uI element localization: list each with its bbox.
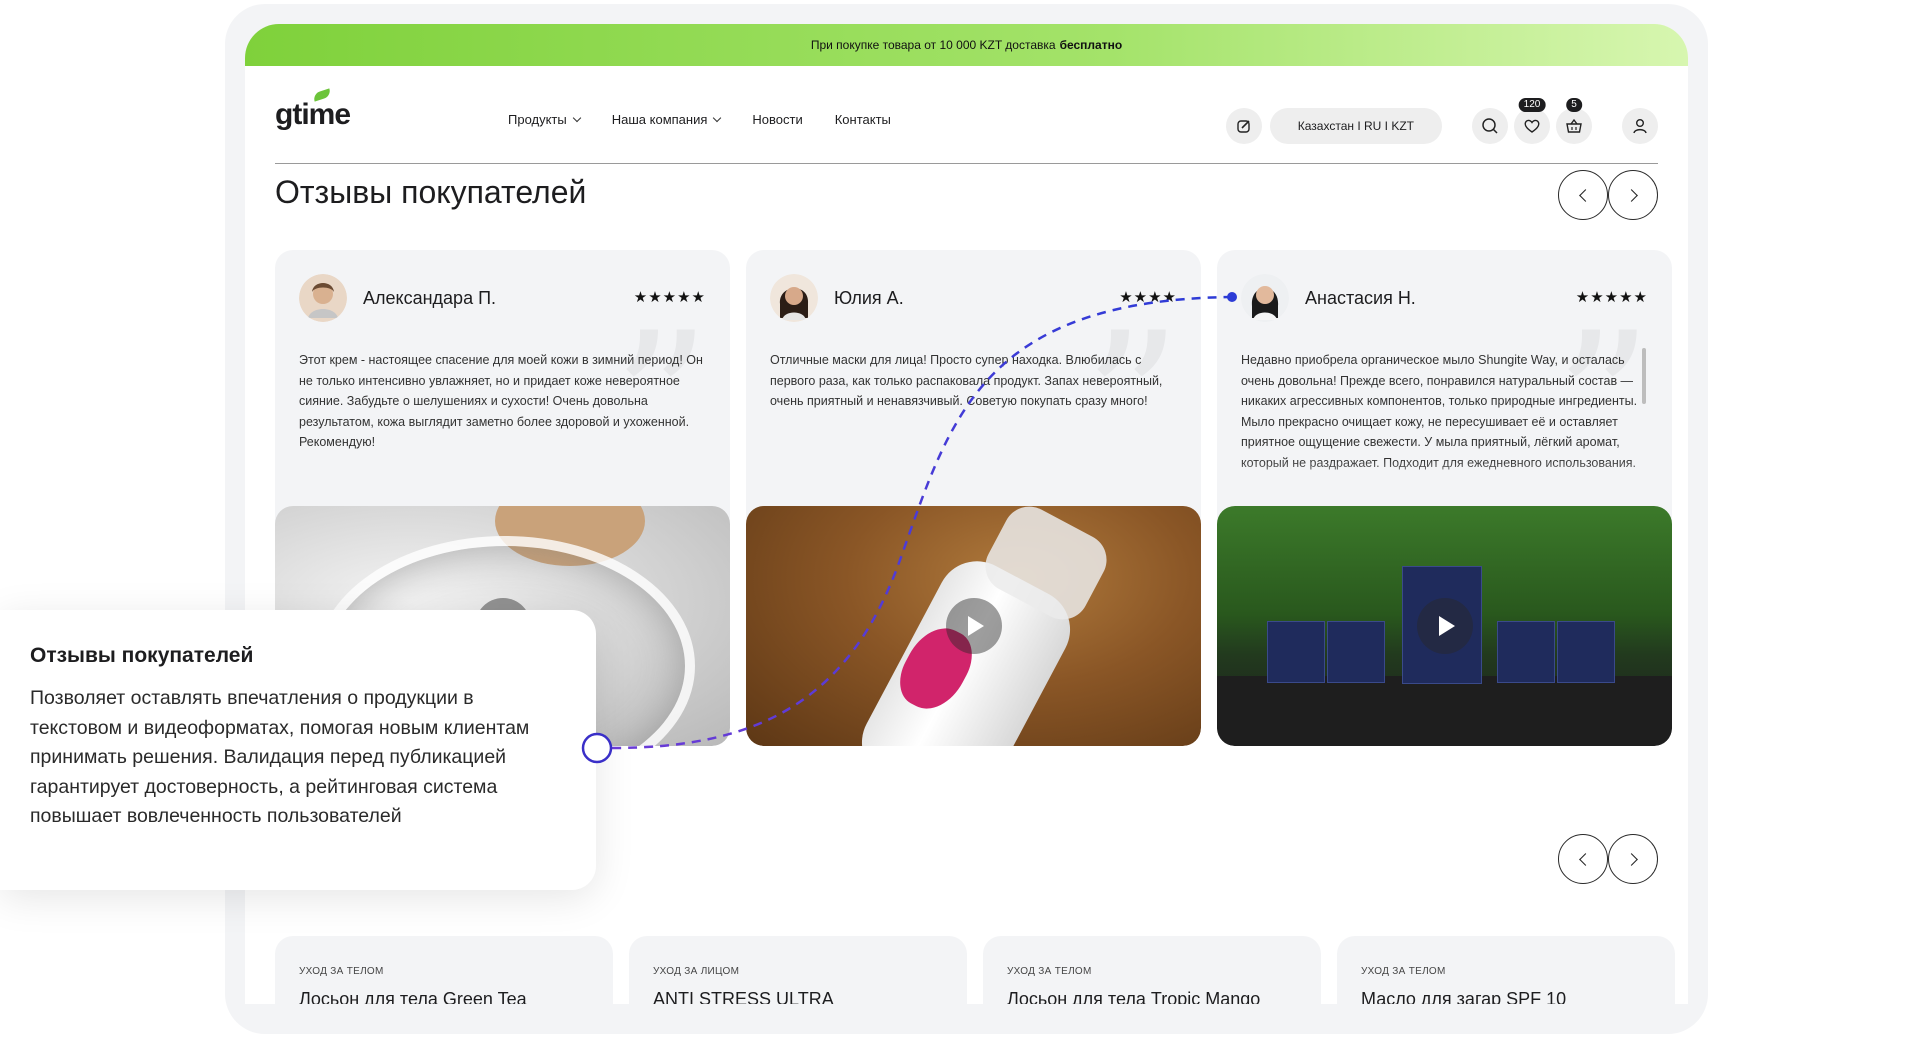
table-surface (1217, 676, 1672, 746)
basket-icon (1566, 118, 1582, 133)
search-button[interactable] (1472, 108, 1508, 144)
reviewer-name: Анастасия Н. (1305, 288, 1416, 308)
promo-bold: бесплатно (1059, 38, 1123, 52)
chevron-left-icon (1578, 852, 1592, 866)
soap-box (1497, 621, 1555, 683)
play-button[interactable] (945, 598, 1002, 654)
products-prev-button[interactable] (1558, 834, 1608, 884)
product-card[interactable]: УХОД ЗА ЛИЦОМ ANTI STRESS ULTRA (629, 936, 967, 1004)
main-nav: Продукты Наша компания Новости Контакты (508, 112, 891, 127)
nav-label: Контакты (834, 112, 891, 127)
nav-item-products[interactable]: Продукты (508, 112, 581, 127)
edit-icon (1237, 120, 1250, 133)
review-text: Отличные маски для лица! Просто супер на… (770, 353, 1163, 408)
review-video[interactable] (1217, 506, 1672, 746)
chevron-down-icon (572, 113, 581, 123)
chevron-right-icon (1624, 188, 1638, 202)
product-category: УХОД ЗА ЛИЦОМ (653, 966, 740, 977)
product-card[interactable]: УХОД ЗА ТЕЛОМ Масло для загар SPF 10 (1337, 936, 1675, 1004)
cart-button[interactable]: 5 (1556, 98, 1592, 144)
callout-text: Позволяет оставлять впечатления о продук… (30, 687, 530, 827)
play-icon (1438, 616, 1455, 636)
review-card: ” Юлия А. ★★★★ Отличные маски для лица! … (746, 250, 1201, 746)
nav-label: Продукты (508, 112, 567, 127)
product-name: Масло для загар SPF 10 (1361, 989, 1567, 1004)
nav-label: Новости (752, 112, 803, 127)
rating-stars: ★★★★ (1119, 289, 1177, 306)
promo-banner: При покупке товара от 10 000 KZT доставк… (245, 24, 1688, 66)
product-card[interactable]: УХОД ЗА ТЕЛОМ Лосьон для тела Green Tea (275, 936, 613, 1004)
promo-text: При покупке товара от 10 000 KZT доставк… (810, 38, 1056, 52)
products-next-button[interactable] (1608, 834, 1658, 884)
product-name: Лосьон для тела Tropic Mango (1007, 989, 1261, 1004)
feature-callout: Отзывы покупателей Позволяет оставлять в… (0, 610, 596, 890)
site-header: gtime Продукты Наша компания Новости Кон… (275, 66, 1658, 164)
product-card[interactable]: УХОД ЗА ТЕЛОМ Лосьон для тела Tropic Man… (983, 936, 1321, 1004)
reviewer-name: Александара П. (363, 288, 497, 308)
product-name: ANTI STRESS ULTRA (653, 989, 834, 1004)
nav-item-news[interactable]: Новости (752, 112, 802, 127)
search-icon (1482, 118, 1498, 134)
nav-label: Наша компания (611, 112, 708, 127)
reviewer-name: Юлия А. (834, 288, 904, 308)
product-category: УХОД ЗА ТЕЛОМ (299, 966, 384, 977)
wishlist-count-badge: 120 (1518, 98, 1546, 112)
review-scrollbar[interactable] (1642, 348, 1646, 404)
play-icon (967, 616, 984, 636)
callout-title: Отзывы покупателей (30, 644, 254, 667)
review-card: ” Анастасия Н. ★★★★★ Недавно приобрела о… (1217, 250, 1672, 746)
product-name: Лосьон для тела Green Tea (299, 989, 527, 1004)
user-icon (1633, 119, 1647, 134)
avatar (770, 274, 818, 322)
region-label: Казахстан I RU I KZT (1297, 119, 1414, 133)
cart-count-badge: 5 (1566, 98, 1582, 112)
rating-stars: ★★★★★ (633, 289, 706, 306)
play-button[interactable] (1416, 598, 1473, 654)
reviews-next-button[interactable] (1608, 170, 1658, 220)
chevron-right-icon (1624, 852, 1638, 866)
chevron-down-icon (713, 113, 722, 123)
heart-icon (1524, 119, 1540, 133)
product-category: УХОД ЗА ТЕЛОМ (1361, 966, 1446, 977)
reviews-title: Отзывы покупателей (275, 174, 587, 210)
avatar (299, 274, 347, 322)
nav-item-company[interactable]: Наша компания (611, 112, 722, 127)
edit-button[interactable] (1225, 108, 1262, 144)
soap-box (1267, 621, 1325, 683)
review-text: Этот крем - настоящее спасение для моей … (299, 353, 703, 449)
account-button[interactable] (1622, 108, 1658, 144)
logo-text: gtime (275, 98, 351, 131)
wishlist-button[interactable]: 120 (1514, 98, 1550, 144)
text-fade (1217, 460, 1672, 496)
avatar (1241, 274, 1289, 322)
review-video[interactable] (746, 506, 1201, 746)
rating-stars: ★★★★★ (1575, 289, 1648, 306)
nav-item-contacts[interactable]: Контакты (835, 112, 891, 127)
review-text: Недавно приобрела органическое мыло Shun… (1241, 353, 1638, 470)
reviews-prev-button[interactable] (1558, 170, 1608, 220)
soap-box (1327, 621, 1385, 683)
soap-box (1557, 621, 1615, 683)
header-actions: Казахстан I RU I KZT 120 5 (1225, 98, 1658, 146)
product-category: УХОД ЗА ТЕЛОМ (1007, 966, 1092, 977)
chevron-left-icon (1578, 188, 1592, 202)
site-logo[interactable]: gtime (275, 88, 351, 132)
region-selector[interactable]: Казахстан I RU I KZT (1269, 108, 1442, 144)
